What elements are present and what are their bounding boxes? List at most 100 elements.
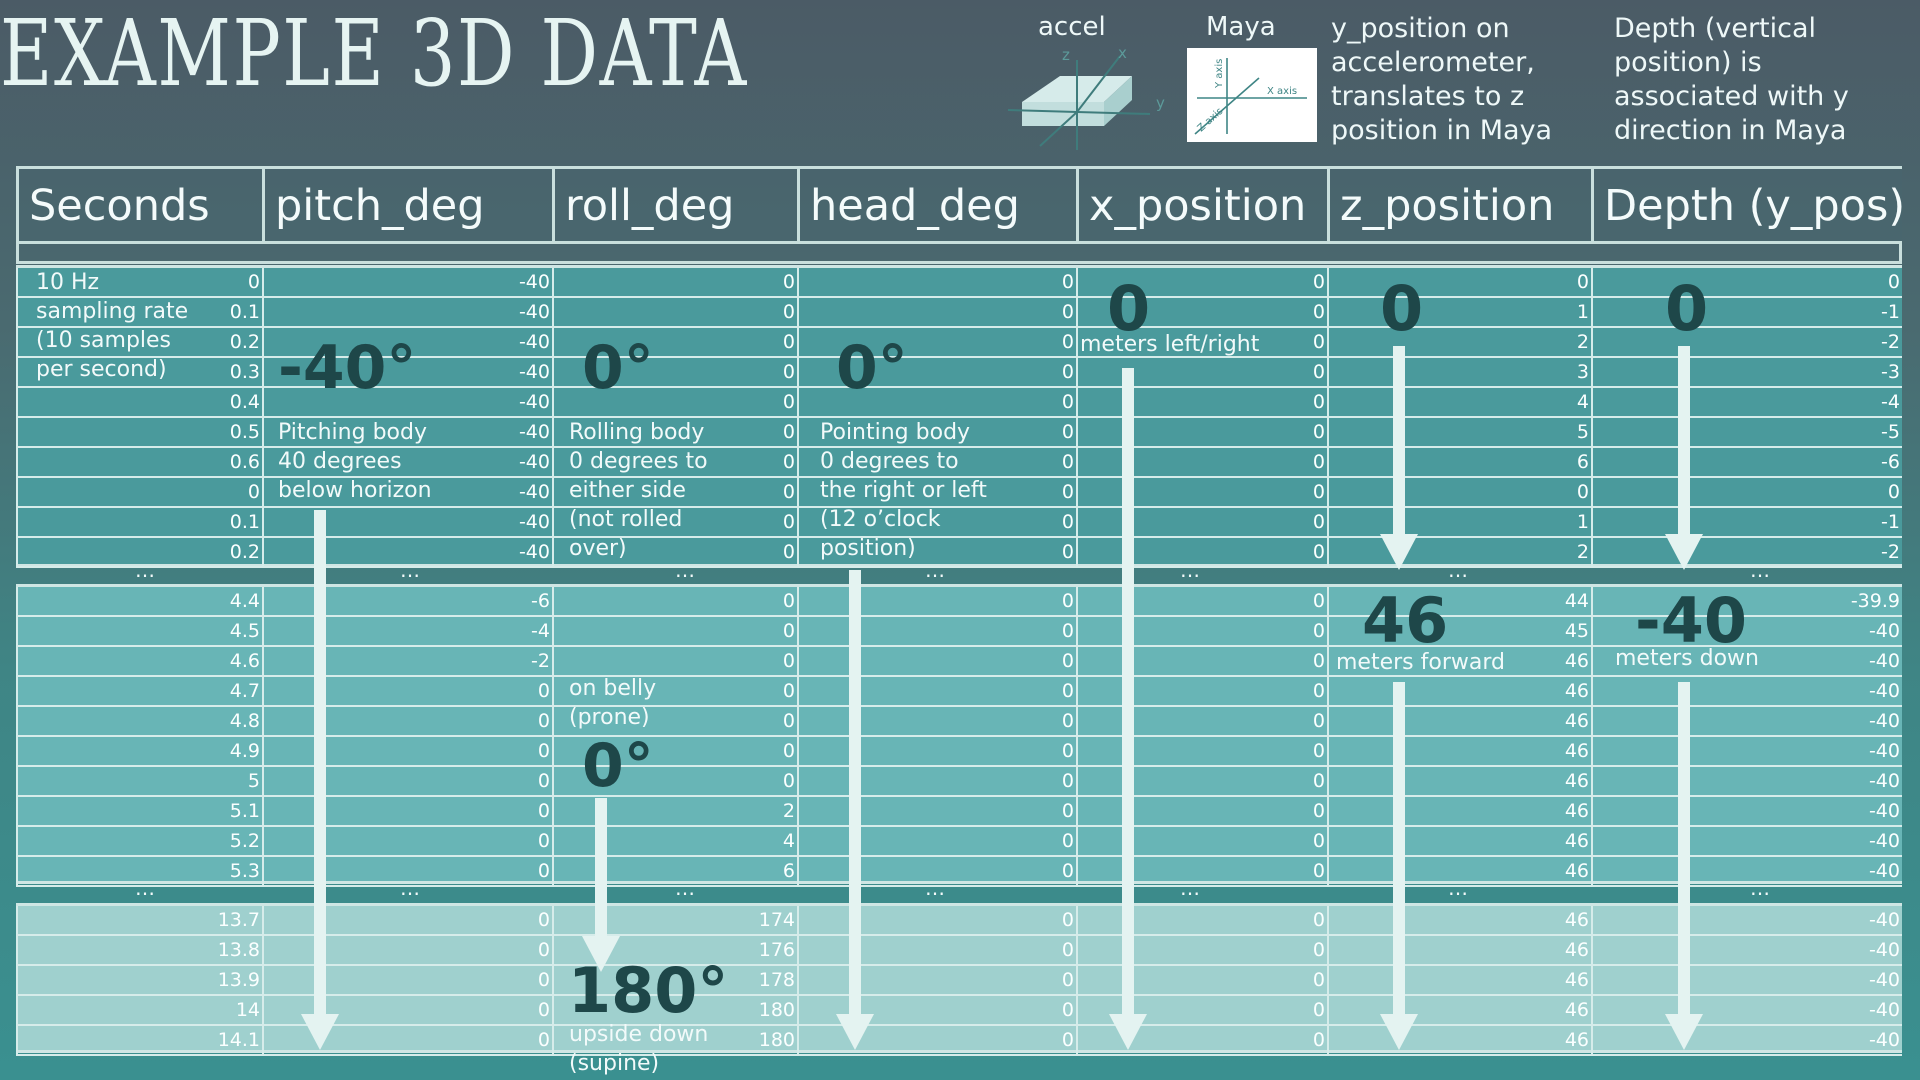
table-cell-z-position: 1: [1327, 298, 1591, 328]
table-cell-pitch: -40: [262, 508, 552, 538]
table-cell-pitch: 0: [262, 767, 552, 797]
depth-big-value-mid: -40: [1635, 584, 1748, 657]
table-cell-seconds: 4.4: [16, 587, 262, 617]
sampling-note: 10 Hz sampling rate (10 samples per seco…: [36, 268, 188, 384]
sampling-line: (10 samples: [36, 328, 172, 353]
table-cell-roll: 0: [552, 587, 797, 617]
head-description: Pointing body 0 degrees to the right or …: [820, 418, 987, 563]
note-line: Depth (vertical: [1614, 13, 1817, 44]
table-cell-z-position: 46: [1327, 966, 1591, 996]
table-cell-head: 0: [797, 767, 1076, 797]
table-cell-z-position: 46: [1327, 1026, 1591, 1056]
table-cell-z-position: 6: [1327, 448, 1591, 478]
header-label: z_position: [1340, 181, 1555, 231]
table-cell-pitch: 0: [262, 737, 552, 767]
table-cell-depth: -40: [1591, 767, 1902, 797]
roll-line: Rolling body: [569, 420, 705, 445]
table-cell-depth: -40: [1591, 737, 1902, 767]
table-cell-depth: -40: [1591, 906, 1902, 936]
pitch-line: 40 degrees: [278, 449, 402, 474]
table-cell-pitch: 0: [262, 677, 552, 707]
header-z-position: z_position: [1327, 166, 1591, 244]
ellipsis-depth: …: [1750, 876, 1771, 900]
table-cell-z-position: 46: [1327, 906, 1591, 936]
table-cell-seconds: 4.5: [16, 617, 262, 647]
table-cell-x-position: 0: [1076, 936, 1327, 966]
ellipsis-z-position: …: [1448, 876, 1469, 900]
table-cell-seconds: 4.8: [16, 707, 262, 737]
table-cell-pitch: -2: [262, 647, 552, 677]
roll-line: either side: [569, 478, 686, 503]
table-cell-x-position: 0: [1076, 358, 1327, 388]
table-cell-z-position: 1: [1327, 508, 1591, 538]
roll-prone-line: (prone): [569, 705, 650, 730]
data-band-2: 4.4 -6 0 0 0 44 -39.9 4.5 -4 0 0 0 45 -40 4.6 -2 0 0 0 46 -4…: [16, 584, 1902, 887]
header-label: Depth (y_pos): [1604, 181, 1906, 231]
roll-big-value-prone: 0°: [582, 731, 654, 801]
roll-down-arrow: [582, 798, 620, 972]
table-cell-x-position: 0: [1076, 388, 1327, 418]
note-y-position: y_position on accelerometer, translates …: [1331, 12, 1552, 148]
table-cell-head: 0: [797, 966, 1076, 996]
table-cell-x-position: 0: [1076, 508, 1327, 538]
note-line: associated with y: [1614, 81, 1849, 112]
table-cell-seconds: 13.9: [16, 966, 262, 996]
header-head: head_deg: [797, 166, 1076, 244]
header-x-position: x_position: [1076, 166, 1327, 244]
table-cell-head: 0: [797, 936, 1076, 966]
header-label: head_deg: [810, 181, 1020, 231]
table-cell-seconds: 5: [16, 767, 262, 797]
table-cell-seconds: 4.9: [16, 737, 262, 767]
ellipsis-x-position: …: [1180, 876, 1201, 900]
note-line: translates to z: [1331, 81, 1525, 112]
table-cell-x-position: 0: [1076, 797, 1327, 827]
table-cell-depth: -40: [1591, 707, 1902, 737]
depth-down-arrow-bottom: [1665, 682, 1703, 1050]
table-cell-x-position: 0: [1076, 906, 1327, 936]
table-cell-seconds: 4.6: [16, 647, 262, 677]
note-line: position in Maya: [1331, 115, 1553, 146]
table-cell-z-position: 0: [1327, 268, 1591, 298]
table-cell-z-position: 3: [1327, 358, 1591, 388]
table-cell-head: 0: [797, 587, 1076, 617]
x-down-arrow: [1109, 368, 1147, 1050]
table-cell-seconds: 5.2: [16, 827, 262, 857]
table-cell-z-position: 46: [1327, 677, 1591, 707]
table-cell-pitch: 0: [262, 707, 552, 737]
table-cell-roll: 2: [552, 797, 797, 827]
z-big-value-top: 0: [1380, 272, 1424, 345]
head-big-value: 0°: [836, 333, 908, 403]
table-cell-x-position: 0: [1076, 617, 1327, 647]
pitch-line: Pitching body: [278, 420, 427, 445]
table-cell-pitch: 0: [262, 966, 552, 996]
table-cell-x-position: 0: [1076, 857, 1327, 887]
ellipsis-depth: …: [1750, 558, 1771, 582]
roll-supine-line: (supine): [569, 1051, 660, 1076]
table-cell-pitch: -40: [262, 298, 552, 328]
table-cell-z-position: 46: [1327, 707, 1591, 737]
data-band-3: 13.7 0 174 0 0 46 -40 13.8 0 176 0 0 46 -40 13.9 0 178 0 0…: [16, 903, 1902, 1056]
note-line: direction in Maya: [1614, 115, 1847, 146]
pitch-down-arrow: [301, 510, 339, 1050]
table-cell-depth: 0: [1591, 478, 1902, 508]
ellipsis-x-position: …: [1180, 558, 1201, 582]
table-cell-head: 0: [797, 647, 1076, 677]
roll-line: 0 degrees to: [569, 449, 708, 474]
x-description: meters left/right: [1080, 332, 1260, 357]
table-cell-z-position: 46: [1327, 797, 1591, 827]
table-cell-pitch: -6: [262, 587, 552, 617]
table-cell-seconds: 0.5: [16, 418, 262, 448]
table-cell-depth: -40: [1591, 797, 1902, 827]
ellipsis-head: …: [925, 876, 946, 900]
roll-line: (not rolled: [569, 507, 683, 532]
sampling-line: sampling rate: [36, 299, 189, 324]
table-cell-roll: 0: [552, 298, 797, 328]
table-cell-pitch: -40: [262, 268, 552, 298]
table-cell-head: 0: [797, 827, 1076, 857]
table-cell-seconds: 0.1: [16, 508, 262, 538]
table-cell-roll: 0: [552, 268, 797, 298]
table-cell-pitch: 0: [262, 906, 552, 936]
table-cell-x-position: 0: [1076, 418, 1327, 448]
ellipsis-z-position: …: [1448, 558, 1469, 582]
table-cell-x-position: 0: [1076, 737, 1327, 767]
